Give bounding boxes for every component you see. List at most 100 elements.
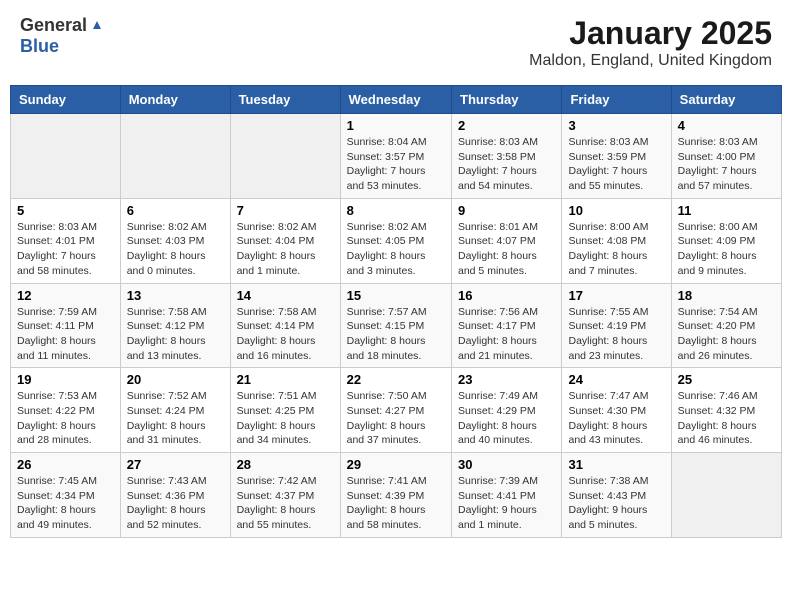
day-number: 2 xyxy=(458,118,555,133)
page-header: General Blue January 2025 Maldon, Englan… xyxy=(10,10,782,75)
day-number: 6 xyxy=(127,203,224,218)
day-info: Sunrise: 8:03 AM Sunset: 4:01 PM Dayligh… xyxy=(17,220,114,279)
day-info: Sunrise: 7:41 AM Sunset: 4:39 PM Dayligh… xyxy=(347,474,445,533)
day-number: 10 xyxy=(568,203,664,218)
calendar-cell: 30 Sunrise: 7:39 AM Sunset: 4:41 PM Dayli… xyxy=(452,453,562,538)
day-number: 7 xyxy=(237,203,334,218)
calendar-cell: 2 Sunrise: 8:03 AM Sunset: 3:58 PM Daylig… xyxy=(452,114,562,199)
day-info: Sunrise: 8:03 AM Sunset: 4:00 PM Dayligh… xyxy=(678,135,775,194)
day-number: 16 xyxy=(458,288,555,303)
day-number: 17 xyxy=(568,288,664,303)
day-number: 13 xyxy=(127,288,224,303)
day-of-week-header: Monday xyxy=(120,86,230,114)
calendar-cell: 19 Sunrise: 7:53 AM Sunset: 4:22 PM Dayli… xyxy=(11,368,121,453)
day-info: Sunrise: 8:01 AM Sunset: 4:07 PM Dayligh… xyxy=(458,220,555,279)
day-info: Sunrise: 7:43 AM Sunset: 4:36 PM Dayligh… xyxy=(127,474,224,533)
calendar-cell: 23 Sunrise: 7:49 AM Sunset: 4:29 PM Dayli… xyxy=(452,368,562,453)
calendar-cell: 26Sunrise: 7:45 AM Sunset: 4:34 PM Dayli… xyxy=(11,453,121,538)
day-number: 24 xyxy=(568,372,664,387)
day-info: Sunrise: 7:58 AM Sunset: 4:12 PM Dayligh… xyxy=(127,305,224,364)
day-info: Sunrise: 7:51 AM Sunset: 4:25 PM Dayligh… xyxy=(237,389,334,448)
day-number: 25 xyxy=(678,372,775,387)
day-number: 5 xyxy=(17,203,114,218)
day-info: Sunrise: 7:56 AM Sunset: 4:17 PM Dayligh… xyxy=(458,305,555,364)
day-number: 18 xyxy=(678,288,775,303)
day-of-week-header: Wednesday xyxy=(340,86,451,114)
calendar-cell: 11 Sunrise: 8:00 AM Sunset: 4:09 PM Dayli… xyxy=(671,198,781,283)
calendar-cell: 15 Sunrise: 7:57 AM Sunset: 4:15 PM Dayli… xyxy=(340,283,451,368)
calendar-cell: 22Sunrise: 7:50 AM Sunset: 4:27 PM Dayli… xyxy=(340,368,451,453)
calendar-cell xyxy=(230,114,340,199)
calendar-cell: 4 Sunrise: 8:03 AM Sunset: 4:00 PM Daylig… xyxy=(671,114,781,199)
calendar-title: January 2025 xyxy=(529,15,772,52)
day-info: Sunrise: 8:00 AM Sunset: 4:09 PM Dayligh… xyxy=(678,220,775,279)
calendar-cell: 9 Sunrise: 8:01 AM Sunset: 4:07 PM Daylig… xyxy=(452,198,562,283)
day-number: 14 xyxy=(237,288,334,303)
logo-general-text: General xyxy=(20,15,87,36)
calendar-cell: 27 Sunrise: 7:43 AM Sunset: 4:36 PM Dayli… xyxy=(120,453,230,538)
calendar-cell: 31 Sunrise: 7:38 AM Sunset: 4:43 PM Dayli… xyxy=(562,453,671,538)
day-info: Sunrise: 8:02 AM Sunset: 4:03 PM Dayligh… xyxy=(127,220,224,279)
day-of-week-header: Thursday xyxy=(452,86,562,114)
day-info: Sunrise: 7:58 AM Sunset: 4:14 PM Dayligh… xyxy=(237,305,334,364)
calendar-cell: 17 Sunrise: 7:55 AM Sunset: 4:19 PM Dayli… xyxy=(562,283,671,368)
day-of-week-header: Tuesday xyxy=(230,86,340,114)
day-info: Sunrise: 7:49 AM Sunset: 4:29 PM Dayligh… xyxy=(458,389,555,448)
day-number: 31 xyxy=(568,457,664,472)
calendar-cell: 6 Sunrise: 8:02 AM Sunset: 4:03 PM Daylig… xyxy=(120,198,230,283)
calendar-cell: 12 Sunrise: 7:59 AM Sunset: 4:11 PM Dayli… xyxy=(11,283,121,368)
calendar-cell xyxy=(671,453,781,538)
calendar-cell: 3Sunrise: 8:03 AM Sunset: 3:59 PM Daylig… xyxy=(562,114,671,199)
day-number: 1 xyxy=(347,118,445,133)
calendar-cell: 1 Sunrise: 8:04 AM Sunset: 3:57 PM Daylig… xyxy=(340,114,451,199)
day-info: Sunrise: 7:54 AM Sunset: 4:20 PM Dayligh… xyxy=(678,305,775,364)
day-info: Sunrise: 7:42 AM Sunset: 4:37 PM Dayligh… xyxy=(237,474,334,533)
day-number: 19 xyxy=(17,372,114,387)
calendar-cell: 10 Sunrise: 8:00 AM Sunset: 4:08 PM Dayli… xyxy=(562,198,671,283)
day-number: 23 xyxy=(458,372,555,387)
day-info: Sunrise: 8:03 AM Sunset: 3:59 PM Dayligh… xyxy=(568,135,664,194)
calendar-cell: 13 Sunrise: 7:58 AM Sunset: 4:12 PM Dayli… xyxy=(120,283,230,368)
day-info: Sunrise: 7:59 AM Sunset: 4:11 PM Dayligh… xyxy=(17,305,114,364)
day-number: 8 xyxy=(347,203,445,218)
calendar-cell: 16 Sunrise: 7:56 AM Sunset: 4:17 PM Dayli… xyxy=(452,283,562,368)
calendar-cell: 14 Sunrise: 7:58 AM Sunset: 4:14 PM Dayli… xyxy=(230,283,340,368)
day-info: Sunrise: 7:46 AM Sunset: 4:32 PM Dayligh… xyxy=(678,389,775,448)
calendar-cell: 29Sunrise: 7:41 AM Sunset: 4:39 PM Dayli… xyxy=(340,453,451,538)
calendar-cell: 21 Sunrise: 7:51 AM Sunset: 4:25 PM Dayli… xyxy=(230,368,340,453)
day-info: Sunrise: 8:04 AM Sunset: 3:57 PM Dayligh… xyxy=(347,135,445,194)
day-of-week-header: Sunday xyxy=(11,86,121,114)
day-number: 11 xyxy=(678,203,775,218)
calendar-cell: 18 Sunrise: 7:54 AM Sunset: 4:20 PM Dayli… xyxy=(671,283,781,368)
day-number: 4 xyxy=(678,118,775,133)
day-number: 22 xyxy=(347,372,445,387)
calendar-cell: 25 Sunrise: 7:46 AM Sunset: 4:32 PM Dayli… xyxy=(671,368,781,453)
day-info: Sunrise: 8:02 AM Sunset: 4:05 PM Dayligh… xyxy=(347,220,445,279)
calendar-cell: 7 Sunrise: 8:02 AM Sunset: 4:04 PM Daylig… xyxy=(230,198,340,283)
day-number: 30 xyxy=(458,457,555,472)
day-info: Sunrise: 8:00 AM Sunset: 4:08 PM Dayligh… xyxy=(568,220,664,279)
calendar-cell xyxy=(11,114,121,199)
day-info: Sunrise: 8:03 AM Sunset: 3:58 PM Dayligh… xyxy=(458,135,555,194)
day-info: Sunrise: 7:39 AM Sunset: 4:41 PM Dayligh… xyxy=(458,474,555,533)
day-number: 12 xyxy=(17,288,114,303)
logo-triangle-icon xyxy=(88,15,106,33)
day-info: Sunrise: 7:57 AM Sunset: 4:15 PM Dayligh… xyxy=(347,305,445,364)
day-number: 20 xyxy=(127,372,224,387)
calendar-cell: 5 Sunrise: 8:03 AM Sunset: 4:01 PM Daylig… xyxy=(11,198,121,283)
calendar-cell xyxy=(120,114,230,199)
day-info: Sunrise: 7:53 AM Sunset: 4:22 PM Dayligh… xyxy=(17,389,114,448)
day-number: 28 xyxy=(237,457,334,472)
day-info: Sunrise: 7:47 AM Sunset: 4:30 PM Dayligh… xyxy=(568,389,664,448)
day-info: Sunrise: 7:38 AM Sunset: 4:43 PM Dayligh… xyxy=(568,474,664,533)
day-number: 21 xyxy=(237,372,334,387)
day-number: 26 xyxy=(17,457,114,472)
day-number: 15 xyxy=(347,288,445,303)
day-of-week-header: Friday xyxy=(562,86,671,114)
calendar-cell: 24 Sunrise: 7:47 AM Sunset: 4:30 PM Dayli… xyxy=(562,368,671,453)
day-number: 9 xyxy=(458,203,555,218)
day-number: 27 xyxy=(127,457,224,472)
day-info: Sunrise: 8:02 AM Sunset: 4:04 PM Dayligh… xyxy=(237,220,334,279)
calendar-cell: 28 Sunrise: 7:42 AM Sunset: 4:37 PM Dayli… xyxy=(230,453,340,538)
day-info: Sunrise: 7:55 AM Sunset: 4:19 PM Dayligh… xyxy=(568,305,664,364)
